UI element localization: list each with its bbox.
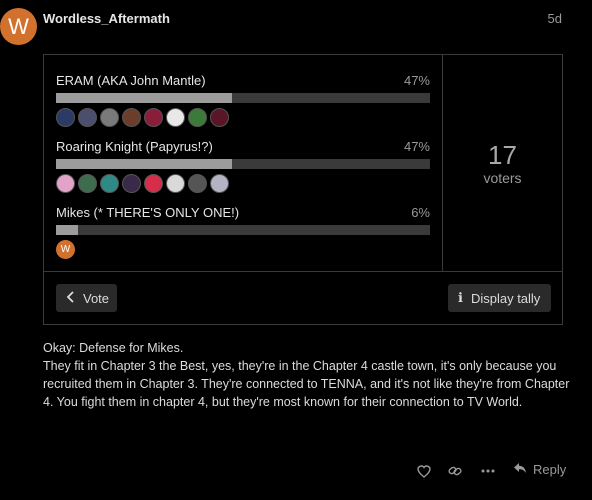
poll-option-bar-fill [56, 159, 232, 169]
voter-avatar[interactable] [56, 108, 75, 127]
post-body-line: Okay: Defense for Mikes. [43, 341, 184, 355]
voter-avatar-initial: W [60, 244, 71, 255]
author-avatar[interactable]: W [0, 8, 37, 45]
poll: ERAM (AKA John Mantle) 47% Roaring Knigh… [43, 54, 563, 325]
poll-option-bar [56, 159, 430, 169]
poll-option-bar [56, 93, 430, 103]
poll-option-roaring-knight: Roaring Knight (Papyrus!?) 47% [56, 139, 430, 193]
voter-avatar[interactable] [188, 108, 207, 127]
poll-option-percent: 47% [403, 73, 430, 88]
voter-avatar[interactable] [144, 174, 163, 193]
poll-option-percent: 6% [411, 205, 430, 220]
display-tally-label: Display tally [470, 290, 541, 306]
voter-avatar[interactable]: W [56, 240, 75, 259]
poll-option-bar [56, 225, 430, 235]
vote-button[interactable]: Vote [56, 284, 117, 312]
poll-option-eram: ERAM (AKA John Mantle) 47% [56, 73, 430, 127]
poll-option-label: Mikes (* THERE'S ONLY ONE!) [56, 205, 240, 220]
chevron-left-icon [66, 290, 75, 306]
voter-avatar[interactable] [122, 174, 141, 193]
poll-option-mikes: Mikes (* THERE'S ONLY ONE!) 6% W [56, 205, 430, 259]
voter-avatar[interactable] [100, 108, 119, 127]
voter-avatar[interactable] [100, 174, 119, 193]
poll-option-voters [56, 174, 229, 193]
poll-option-percent: 47% [403, 139, 430, 154]
reply-label: Reply [533, 462, 567, 477]
info-icon: ℹ [458, 290, 463, 306]
voter-avatar[interactable] [210, 174, 229, 193]
post-body: Okay: Defense for Mikes. They fit in Cha… [43, 339, 573, 411]
voter-avatar[interactable] [144, 108, 163, 127]
heart-icon[interactable] [415, 462, 433, 480]
poll-option-label: Roaring Knight (Papyrus!?) [56, 139, 213, 154]
reply-button[interactable]: Reply [513, 462, 566, 477]
poll-option-voters: W [56, 240, 75, 259]
display-tally-button[interactable]: ℹ Display tally [448, 284, 551, 312]
poll-option-bar-fill [56, 93, 232, 103]
voter-avatar[interactable] [122, 108, 141, 127]
poll-options: ERAM (AKA John Mantle) 47% Roaring Knigh… [44, 55, 442, 271]
post-body-paragraph: They fit in Chapter 3 the Best, yes, the… [43, 359, 570, 409]
voter-total: 17 [488, 140, 517, 170]
vote-button-label: Vote [83, 290, 110, 306]
author-username[interactable]: Wordless_Aftermath [43, 11, 170, 26]
voter-avatar[interactable] [188, 174, 207, 193]
author-avatar-initial: W [8, 13, 29, 39]
voter-total-label: voters [483, 170, 522, 186]
voter-avatar[interactable] [56, 174, 75, 193]
voter-avatar[interactable] [210, 108, 229, 127]
voter-avatar[interactable] [166, 174, 185, 193]
poll-option-label: ERAM (AKA John Mantle) [56, 73, 206, 88]
poll-option-bar-fill [56, 225, 79, 235]
reply-icon [513, 462, 527, 477]
voter-avatar[interactable] [78, 108, 97, 127]
poll-divider [44, 271, 562, 272]
voter-avatar[interactable] [78, 174, 97, 193]
poll-voter-count: 17 voters [443, 55, 562, 271]
poll-option-voters [56, 108, 229, 127]
post-age[interactable]: 5d [548, 11, 562, 26]
link-icon[interactable] [446, 462, 464, 480]
more-icon[interactable] [479, 462, 497, 480]
voter-avatar[interactable] [166, 108, 185, 127]
